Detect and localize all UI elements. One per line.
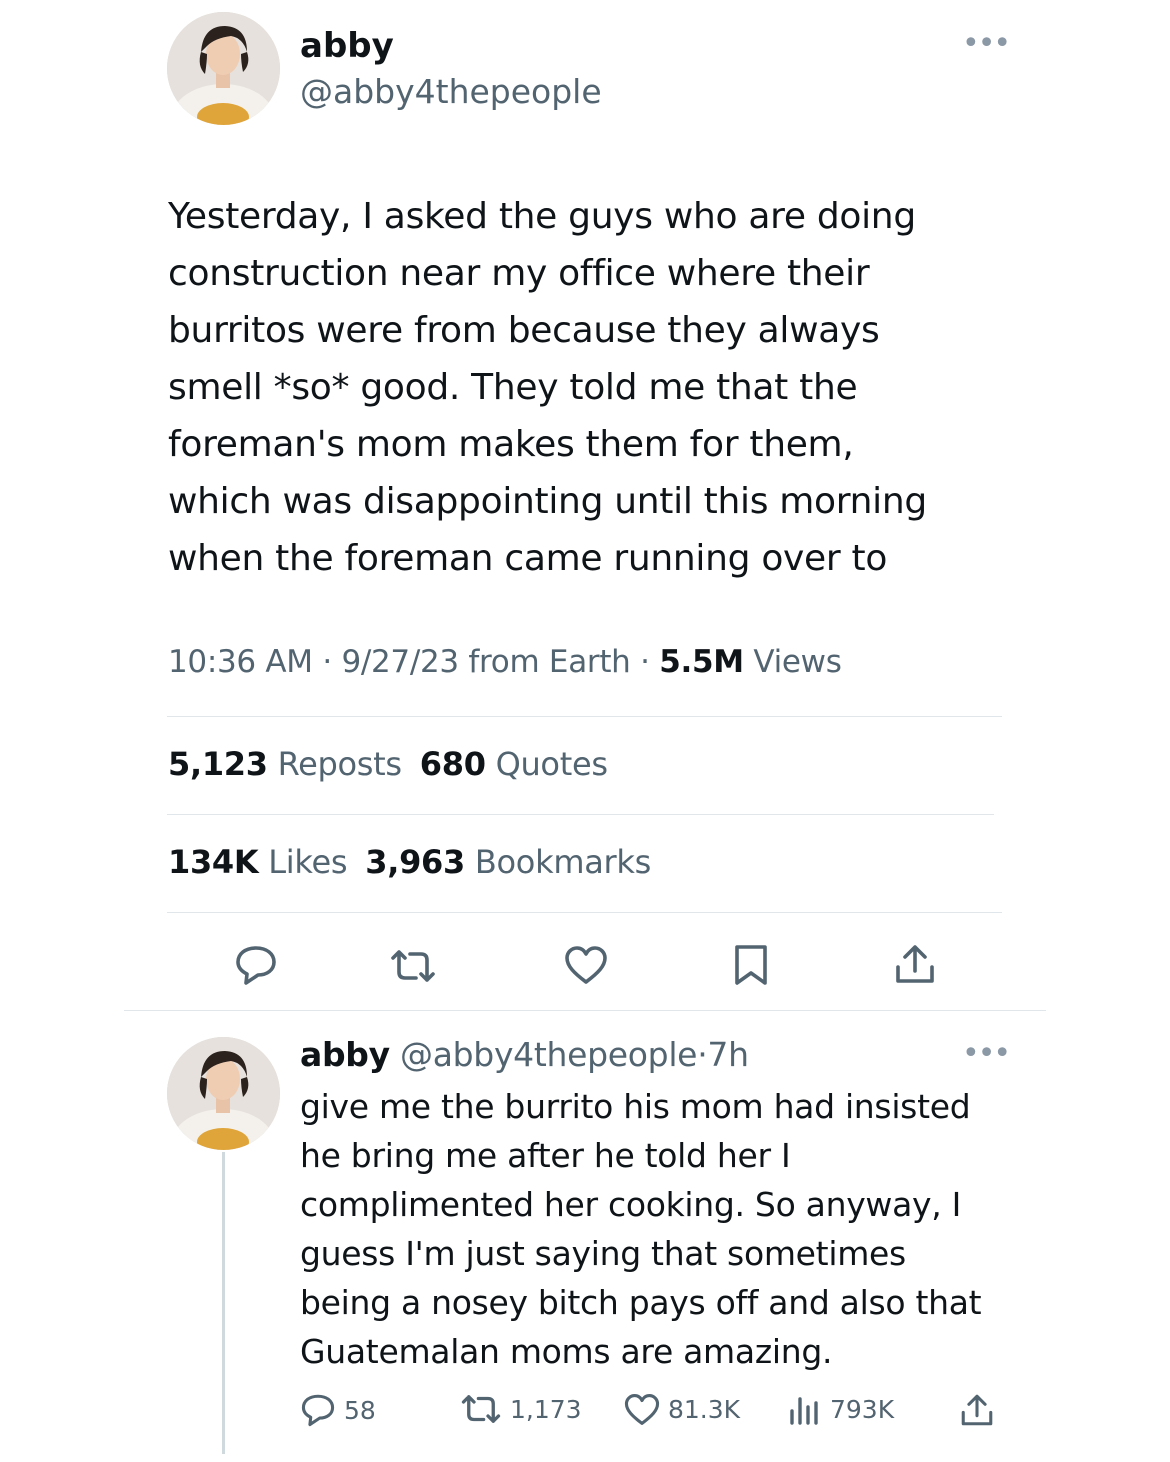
like-icon[interactable] xyxy=(564,945,608,985)
bookmark-icon[interactable] xyxy=(733,944,769,986)
divider xyxy=(124,1010,1046,1011)
thread-line xyxy=(222,1152,225,1454)
author-name[interactable]: abby xyxy=(300,26,394,66)
reposts-label: Reposts xyxy=(277,745,402,783)
author-avatar[interactable] xyxy=(167,12,280,125)
engagement-stats-row: 134K Likes 3,963 Bookmarks xyxy=(168,843,651,881)
analytics-icon xyxy=(790,1397,818,1425)
likes-stat[interactable]: 134K Likes xyxy=(168,843,348,881)
bookmarks-count: 3,963 xyxy=(365,843,465,881)
tweet-text: Yesterday, I asked the guys who are doin… xyxy=(168,196,927,579)
avatar-image xyxy=(167,1037,280,1150)
reply-replies-count: 58 xyxy=(344,1395,376,1425)
tweet-date[interactable]: 9/27/23 xyxy=(341,644,459,680)
reply-reposts-count: 1,173 xyxy=(510,1394,582,1424)
more-options-icon[interactable]: ••• xyxy=(962,1036,1011,1071)
reply-like-button[interactable]: 81.3K xyxy=(624,1393,740,1426)
reply-author-name[interactable]: abby xyxy=(300,1035,390,1074)
like-icon xyxy=(624,1394,660,1425)
more-options-icon[interactable]: ••• xyxy=(962,26,1011,61)
quotes-stat[interactable]: 680 Quotes xyxy=(420,745,608,783)
reply-text: give me the burrito his mom had insisted… xyxy=(300,1087,982,1371)
reply-author-handle[interactable]: @abby4thepeople xyxy=(400,1035,697,1074)
likes-label: Likes xyxy=(268,843,348,881)
quotes-label: Quotes xyxy=(495,745,608,783)
views-label: Views xyxy=(753,644,842,680)
reply-time[interactable]: 7h xyxy=(707,1035,749,1074)
tweet-source: from Earth xyxy=(468,644,631,680)
reply-views-count: 793K xyxy=(830,1394,895,1424)
avatar-image xyxy=(167,12,280,125)
quotes-count: 680 xyxy=(419,745,486,783)
meta-separator: · xyxy=(322,644,332,680)
repost-icon[interactable] xyxy=(389,948,437,984)
reply-author-avatar[interactable] xyxy=(167,1037,280,1150)
author-handle[interactable]: @abby4thepeople xyxy=(300,72,602,111)
tweet-time[interactable]: 10:36 AM xyxy=(168,644,313,680)
repost-icon xyxy=(461,1395,501,1423)
likes-count: 134K xyxy=(168,843,259,881)
reply-reply-button[interactable]: 58 xyxy=(300,1393,376,1427)
reposts-stat[interactable]: 5,123 Reposts xyxy=(168,745,402,783)
reply-repost-button[interactable]: 1,173 xyxy=(460,1393,582,1425)
share-icon[interactable] xyxy=(894,943,936,985)
reply-views-button[interactable]: 793K xyxy=(788,1393,894,1425)
divider xyxy=(167,814,994,815)
reposts-count: 5,123 xyxy=(168,745,268,783)
divider xyxy=(167,716,1002,717)
meta-separator: · xyxy=(697,1035,708,1074)
reply-likes-count: 81.3K xyxy=(668,1395,741,1424)
divider xyxy=(167,912,1002,913)
share-icon xyxy=(961,1394,993,1426)
bookmarks-label: Bookmarks xyxy=(474,843,651,881)
reply-share-button[interactable] xyxy=(960,1393,1002,1427)
engagement-stats-row: 5,123 Reposts 680 Quotes xyxy=(168,745,608,783)
meta-separator: · xyxy=(640,644,650,680)
reply-icon[interactable] xyxy=(234,944,278,986)
reply-header: abby @abby4thepeople·7h xyxy=(300,1035,749,1074)
views-count: 5.5M xyxy=(659,644,744,680)
reply-icon xyxy=(301,1394,335,1427)
bookmarks-stat[interactable]: 3,963 Bookmarks xyxy=(365,843,651,881)
tweet-meta: 10:36 AM · 9/27/23 from Earth · 5.5M Vie… xyxy=(168,644,842,680)
